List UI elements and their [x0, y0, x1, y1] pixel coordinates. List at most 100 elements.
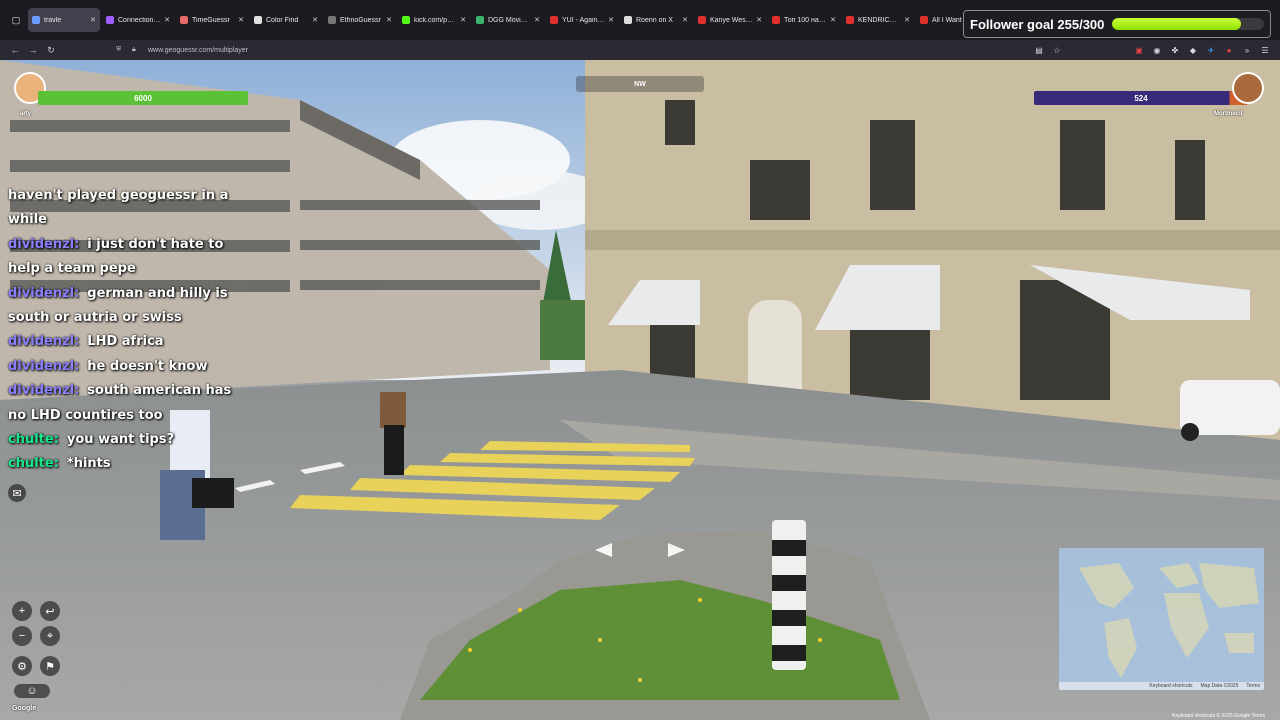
tab-favicon-icon	[624, 16, 632, 24]
back-icon[interactable]: ←	[6, 42, 24, 58]
browser-tab[interactable]: travle ✕	[28, 8, 100, 32]
menu-icon[interactable]: ☰	[1258, 43, 1272, 57]
tab-close-icon[interactable]: ✕	[386, 16, 392, 24]
guess-minimap[interactable]: Keyboard shortcuts Map Data ©2025 Terms	[1059, 548, 1264, 690]
settings-gear-icon[interactable]: ⚙	[12, 656, 32, 676]
chat-username: dividenzl:	[8, 334, 80, 350]
tab-favicon-icon	[920, 16, 928, 24]
terms-link[interactable]: Terms	[1246, 683, 1260, 689]
tab-favicon-icon	[32, 16, 40, 24]
player-left-name: arty	[20, 111, 32, 117]
tab-favicon-icon	[698, 16, 706, 24]
follower-goal-widget: Follower goal 255/300	[963, 10, 1271, 38]
tab-close-icon[interactable]: ✕	[312, 16, 318, 24]
chat-message: dividenzl: he doesn't know	[8, 355, 248, 379]
minimap-footer: Keyboard shortcuts Map Data ©2025 Terms	[1059, 682, 1264, 690]
player-right-avatar	[1232, 72, 1264, 104]
tab-close-icon[interactable]: ✕	[90, 16, 96, 24]
chat-message: chulte: you want tips?	[8, 428, 248, 452]
return-to-start-icon[interactable]: ⌖	[40, 626, 60, 646]
tab-close-icon[interactable]: ✕	[164, 16, 170, 24]
tab-title: DGG Movie List	[488, 16, 531, 24]
pocket-icon[interactable]: ◉	[1150, 43, 1164, 57]
navigation-bar: ← → ↻ ⛨ 🔒︎ www.geoguessr.com/multiplayer…	[0, 40, 1280, 60]
browser-tab[interactable]: DGG Movie List✕	[472, 8, 544, 32]
extension-red-icon[interactable]: ▣	[1132, 43, 1146, 57]
tab-overview-icon[interactable]: ▢	[8, 12, 24, 28]
tab-close-icon[interactable]: ✕	[904, 16, 910, 24]
tab-close-icon[interactable]: ✕	[534, 16, 540, 24]
chat-text: haven't played geoguessr in a while	[8, 188, 229, 228]
chat-username: chulte:	[8, 456, 59, 472]
player-left-health-bar: 6000	[38, 91, 248, 105]
zoom-out-button[interactable]: −	[12, 626, 32, 646]
chat-username: dividenzl:	[8, 383, 80, 399]
tab-close-icon[interactable]: ✕	[608, 16, 614, 24]
compass-heading: NW	[634, 80, 646, 88]
extension-blue-icon[interactable]: ✈	[1204, 43, 1218, 57]
compass: NW	[576, 76, 704, 92]
shield-ext-icon[interactable]: ◆	[1186, 43, 1200, 57]
tab-favicon-icon	[772, 16, 780, 24]
tab-close-icon[interactable]: ✕	[756, 16, 762, 24]
overflow-icon[interactable]: »	[1240, 43, 1254, 57]
tab-title: Roenn on X	[636, 16, 673, 24]
browser-tab[interactable]: kick.com/popo ✕	[398, 8, 470, 32]
tab-title: TimeGuessr	[192, 16, 230, 24]
shield-icon: ⛨	[116, 46, 122, 53]
tab-close-icon[interactable]: ✕	[238, 16, 244, 24]
browser-tab[interactable]: KENDRICK MA✕	[842, 8, 914, 32]
browser-tab[interactable]: Топ 100 най-д ✕	[768, 8, 840, 32]
tab-list: travle ✕ Connections — ✕ TimeGuessr ✕ Color Fi…	[28, 8, 1064, 32]
world-map	[1079, 563, 1259, 678]
follower-goal-fill	[1112, 18, 1242, 30]
tab-favicon-icon	[846, 16, 854, 24]
tab-title: YUI - Again (Of	[562, 16, 606, 24]
chat-text: you want tips?	[66, 432, 175, 448]
zoom-in-button[interactable]: +	[12, 601, 32, 621]
browser-tab[interactable]: Color Find ✕	[250, 8, 322, 32]
tab-close-icon[interactable]: ✕	[830, 16, 836, 24]
chat-message: dividenzl: i just don't hate to help a te…	[8, 233, 248, 282]
browser-tab[interactable]: Roenn on X ✕	[620, 8, 692, 32]
lock-icon: 🔒︎	[132, 46, 136, 53]
url-text: www.geoguessr.com/multiplayer	[148, 46, 248, 54]
chat-message: dividenzl: german and hilly is south or a…	[8, 282, 248, 331]
tab-favicon-icon	[402, 16, 410, 24]
tab-close-icon[interactable]: ✕	[460, 16, 466, 24]
tab-title: kick.com/popo	[414, 16, 458, 24]
chat-message: haven't played geoguessr in a while	[8, 184, 248, 233]
player-right-name: Mortinecil	[1214, 111, 1243, 117]
tab-favicon-icon	[328, 16, 336, 24]
chat-message: dividenzl: south american has no LHD coun…	[8, 379, 248, 428]
tab-favicon-icon	[106, 16, 114, 24]
google-attribution: Keyboard shortcuts © 2025 Google Terms	[1172, 713, 1266, 719]
player-left-health-value: 6000	[134, 93, 152, 103]
reload-icon[interactable]: ↻	[42, 42, 60, 58]
undo-move-icon[interactable]: ↩	[40, 601, 60, 621]
extension-red2-icon[interactable]: ●	[1222, 43, 1236, 57]
puzzle-icon[interactable]: ✤	[1168, 43, 1182, 57]
tab-favicon-icon	[254, 16, 262, 24]
tab-title: travle	[44, 16, 62, 24]
tab-favicon-icon	[180, 16, 188, 24]
tab-close-icon[interactable]: ✕	[682, 16, 688, 24]
browser-tab[interactable]: Kanye West - I ✕	[694, 8, 766, 32]
forward-icon[interactable]: →	[24, 42, 42, 58]
keyboard-shortcuts-link[interactable]: Keyboard shortcuts	[1149, 683, 1192, 689]
flag-icon[interactable]: ⚑	[40, 656, 60, 676]
chat-icon[interactable]: ✉	[8, 484, 26, 502]
browser-tab[interactable]: Connections — ✕	[102, 8, 174, 32]
emote-bar[interactable]: ☺	[14, 684, 50, 698]
browser-tab[interactable]: YUI - Again (Of ✕	[546, 8, 618, 32]
reader-icon[interactable]: ▤	[1032, 43, 1046, 57]
browser-tab[interactable]: TimeGuessr ✕	[176, 8, 248, 32]
chat-text: *hints	[66, 456, 111, 472]
tab-title: Топ 100 най-д	[784, 16, 828, 24]
chat-username: dividenzl:	[8, 285, 80, 301]
street-view[interactable]: 6000 arty 524 Mortinecil NW haven't play…	[0, 60, 1280, 720]
browser-tab[interactable]: EthnoGuessr ✕	[324, 8, 396, 32]
address-bar[interactable]: ⛨ 🔒︎ www.geoguessr.com/multiplayer	[116, 42, 996, 58]
stream-chat: haven't played geoguessr in a while divid…	[8, 184, 248, 477]
bookmark-star-icon[interactable]: ☆	[1050, 43, 1064, 57]
